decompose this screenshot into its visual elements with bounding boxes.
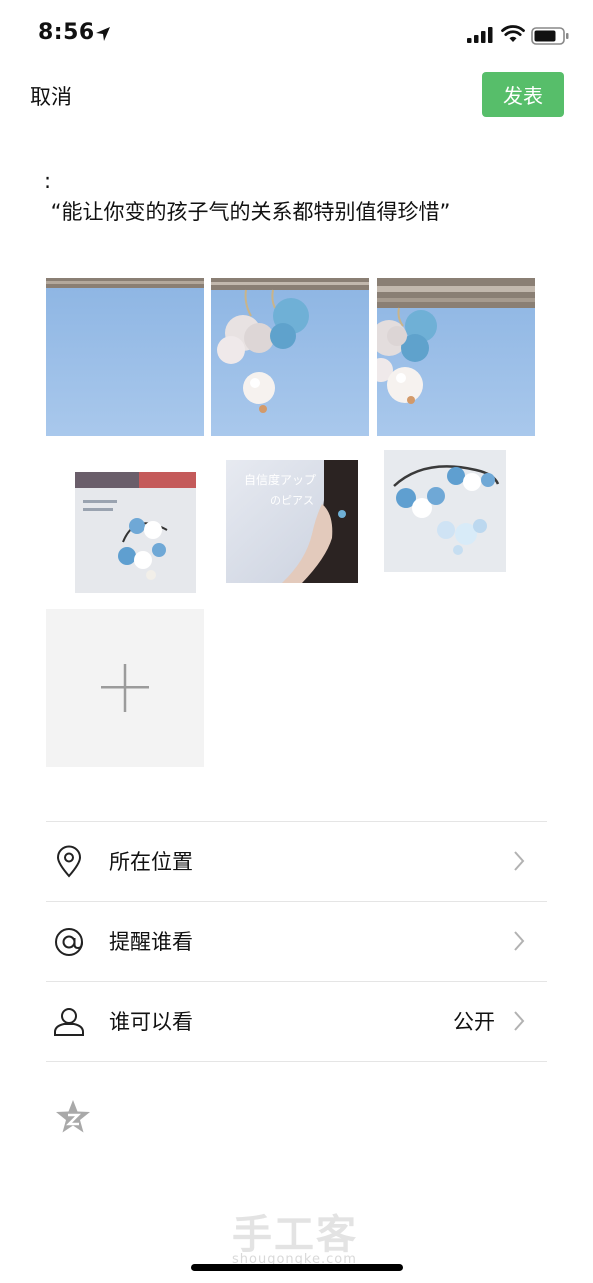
photo-overlay-text: 自信度アップ: [244, 472, 316, 487]
add-photo-button[interactable]: [46, 609, 204, 767]
status-bar: 8:56: [0, 0, 593, 70]
photo-thumbnail-6[interactable]: [384, 450, 506, 572]
visibility-label: 谁可以看: [109, 1010, 193, 1034]
photo-thumbnail-4[interactable]: [75, 472, 196, 593]
remind-label: 提醒谁看: [109, 930, 193, 954]
photo-overlay-text: のピアス: [270, 494, 314, 507]
remind-option[interactable]: 提醒谁看: [46, 901, 547, 982]
status-time: 8:56: [38, 20, 95, 45]
visibility-option[interactable]: 谁可以看 公开: [46, 981, 547, 1062]
chevron-right-icon: [514, 851, 525, 871]
plus-icon: [101, 664, 149, 712]
photo-thumbnail-5[interactable]: 自信度アップ のピアス: [226, 460, 358, 583]
post-text-input[interactable]: : “能让你变的孩子气的关系都特别值得珍惜”: [44, 166, 564, 228]
location-label: 所在位置: [109, 850, 193, 874]
chevron-right-icon: [514, 1011, 525, 1031]
divider: [46, 1061, 547, 1062]
visibility-value: 公开: [453, 1010, 495, 1034]
star-icon[interactable]: [54, 1098, 92, 1136]
photo-thumbnail-3[interactable]: [377, 278, 535, 436]
wifi-icon: [501, 25, 525, 42]
photo-thumbnail-1[interactable]: [46, 278, 204, 436]
navigation-arrow-icon: [96, 27, 110, 41]
publish-button[interactable]: 发表: [482, 72, 564, 117]
post-text-line: :: [44, 169, 52, 193]
signal-icon: [467, 27, 493, 43]
chevron-right-icon: [514, 931, 525, 951]
at-icon: [55, 928, 83, 956]
post-text-line: “能让你变的孩子气的关系都特别值得珍惜”: [44, 200, 451, 224]
photo-thumbnail-2[interactable]: [211, 278, 369, 436]
home-indicator: [191, 1264, 403, 1271]
location-pin-icon: [56, 845, 82, 878]
person-icon: [54, 1008, 84, 1036]
location-option[interactable]: 所在位置: [46, 821, 547, 902]
battery-icon: [531, 27, 569, 45]
cancel-button[interactable]: 取消: [30, 81, 72, 111]
